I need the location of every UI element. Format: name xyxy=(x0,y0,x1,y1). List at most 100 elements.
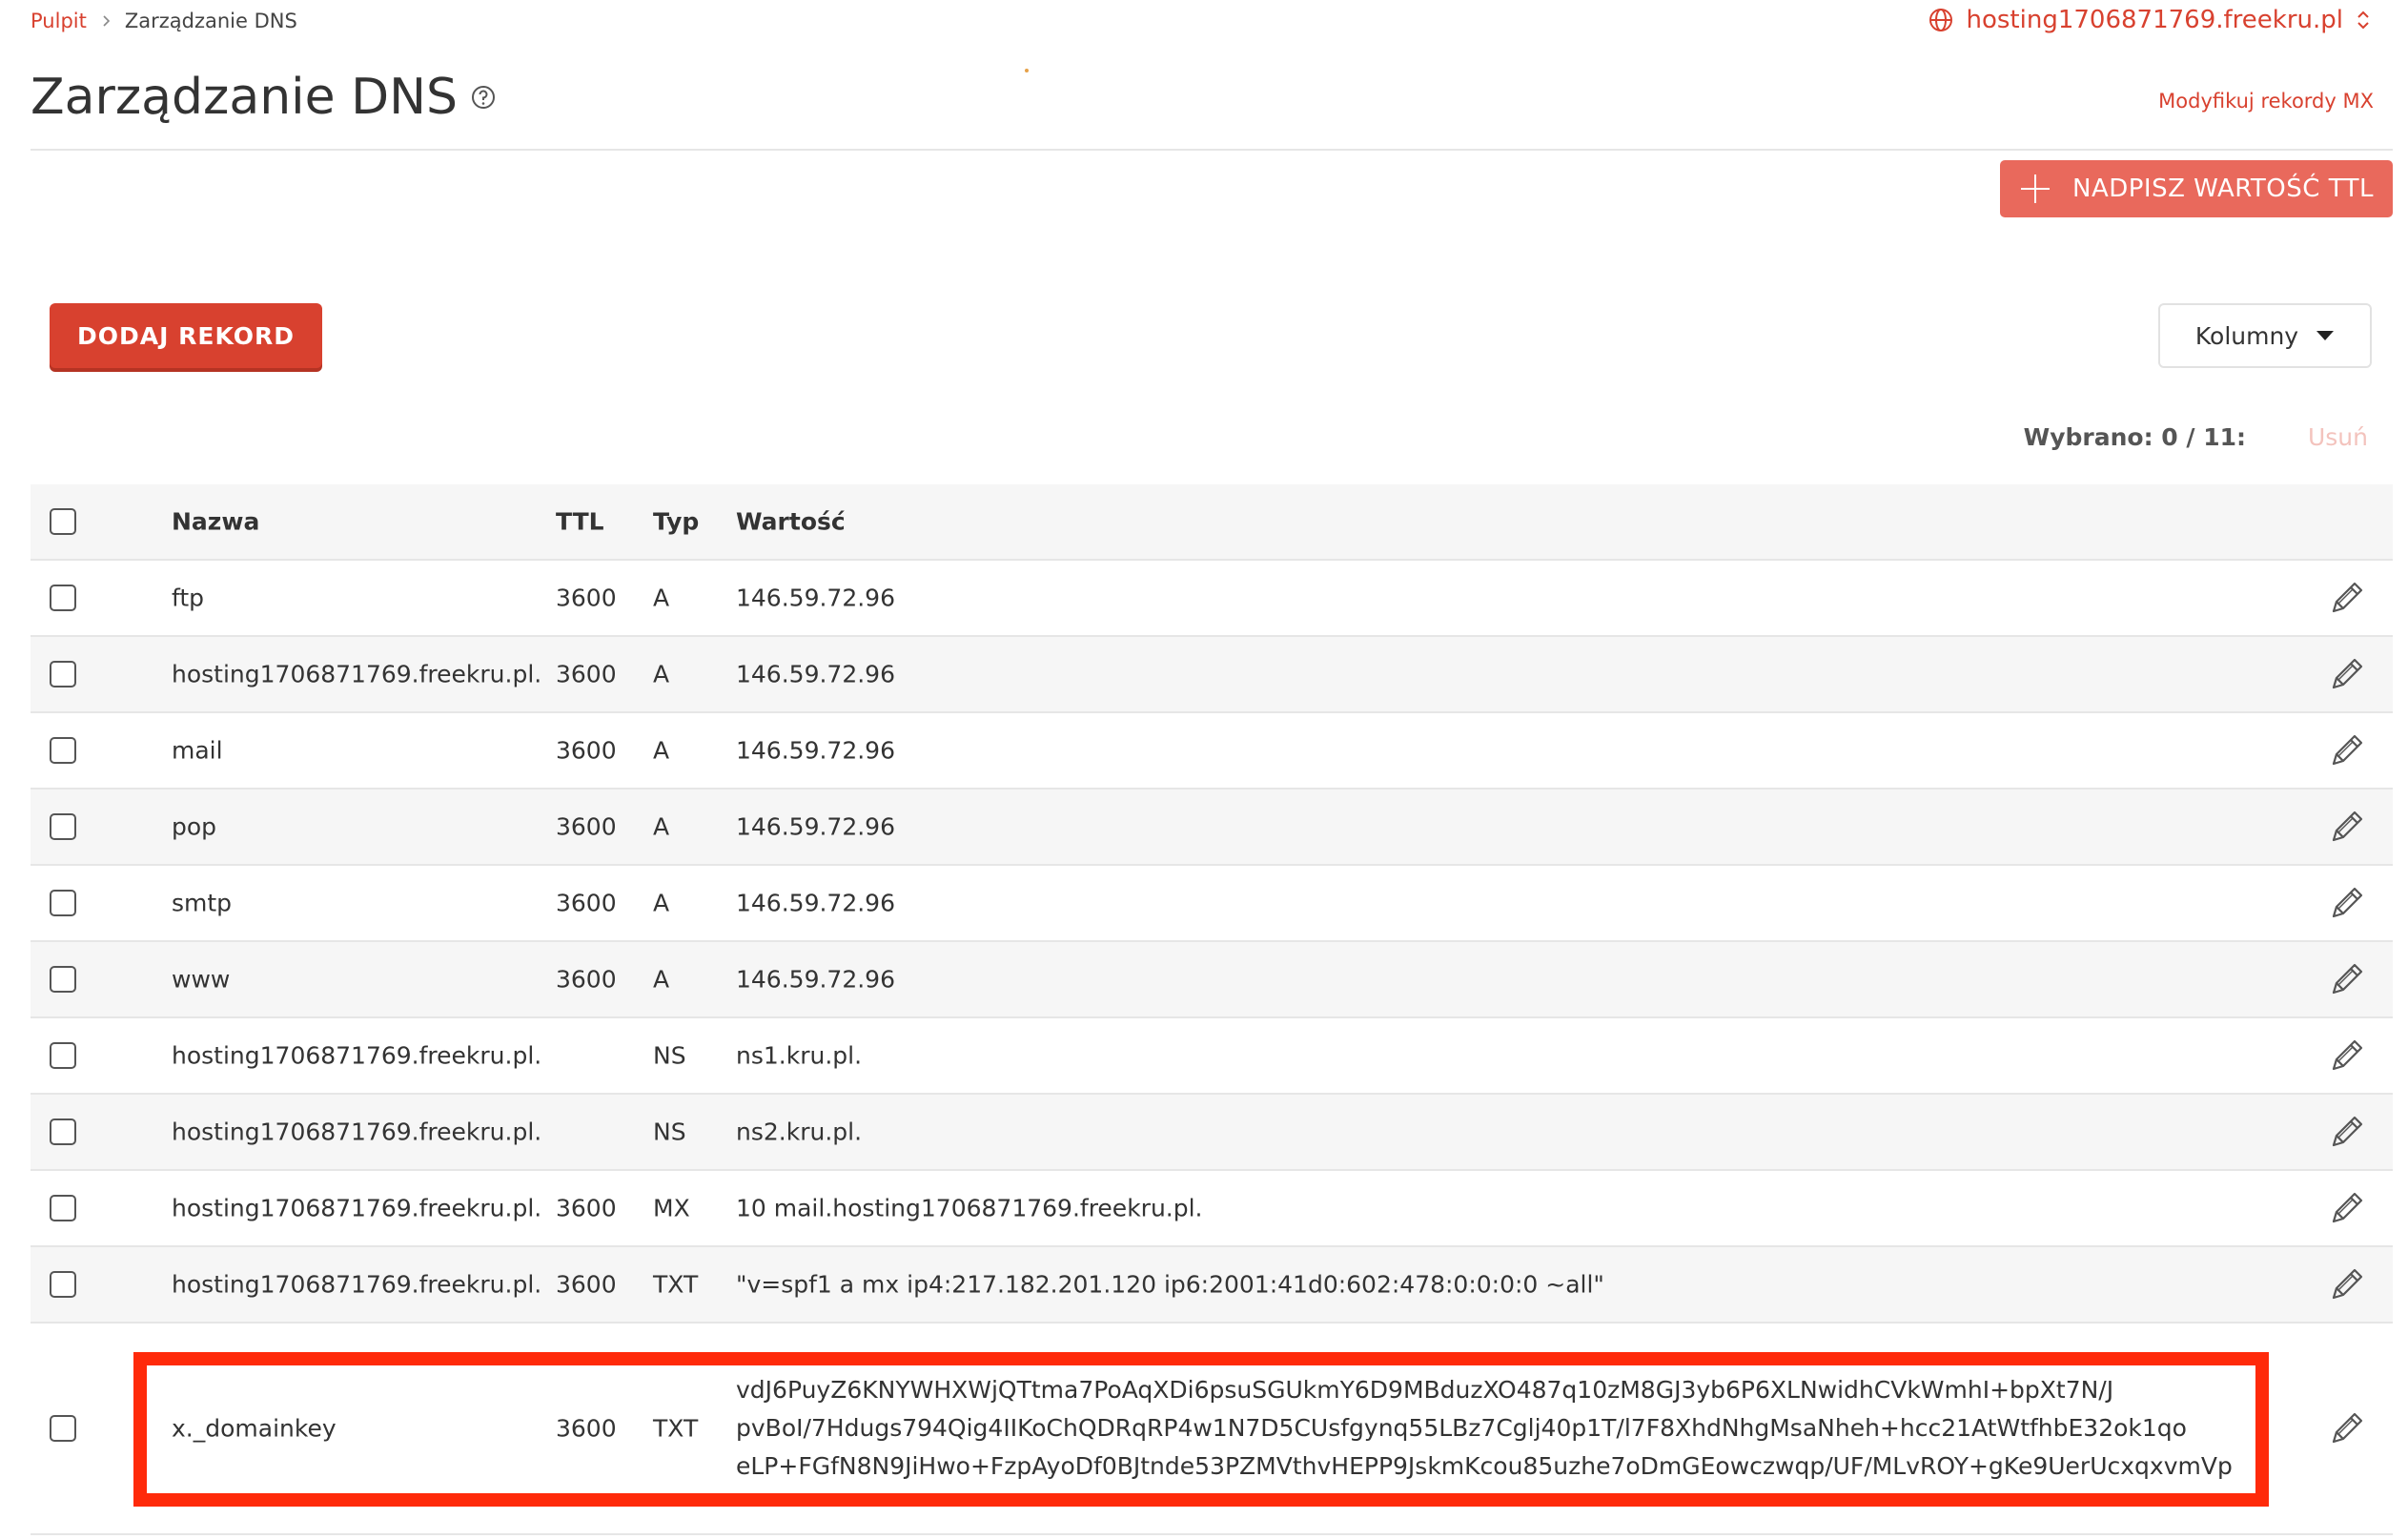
record-value-multiline: vdJ6PuyZ6KNYWHXWjQTtma7PoAqXDi6psuSGUkmY… xyxy=(736,1333,2280,1526)
record-name: x._domainkey xyxy=(172,1414,337,1443)
edit-record-button[interactable] xyxy=(2328,1409,2366,1447)
row-checkbox[interactable] xyxy=(50,813,76,840)
edit-record-button[interactable] xyxy=(2328,1189,2366,1227)
record-value: 146.59.72.96 xyxy=(736,584,895,612)
chevron-updown-icon xyxy=(2357,10,2369,30)
record-ttl: 3600 xyxy=(556,584,617,612)
record-value: ns1.kru.pl. xyxy=(736,1041,863,1070)
table-row: ftp 3600 A 146.59.72.96 xyxy=(31,561,2393,637)
row-checkbox[interactable] xyxy=(50,737,76,764)
edit-record-button[interactable] xyxy=(2328,884,2366,922)
edit-record-button[interactable] xyxy=(2328,1265,2366,1303)
record-value: 146.59.72.96 xyxy=(736,965,895,994)
override-ttl-label: NADPISZ WARTOŚĆ TTL xyxy=(2072,174,2374,203)
record-value: 146.59.72.96 xyxy=(736,812,895,841)
pencil-icon xyxy=(2332,963,2363,995)
record-ttl: 3600 xyxy=(556,965,617,994)
record-value-line: pvBoI/7Hdugs794Qig4IIKoChQDRqRP4w1N7D5CU… xyxy=(736,1414,2187,1442)
record-type: A xyxy=(653,736,670,765)
row-checkbox[interactable] xyxy=(50,1415,76,1442)
record-value: ns2.kru.pl. xyxy=(736,1118,863,1146)
decorative-dot xyxy=(1025,69,1029,72)
record-type: NS xyxy=(653,1118,686,1146)
row-checkbox[interactable] xyxy=(50,1195,76,1221)
record-value: 146.59.72.96 xyxy=(736,736,895,765)
record-type: A xyxy=(653,660,670,688)
record-name: www xyxy=(172,965,231,994)
edit-record-button[interactable] xyxy=(2328,579,2366,617)
edit-record-button[interactable] xyxy=(2328,808,2366,846)
row-checkbox[interactable] xyxy=(50,661,76,687)
table-row: smtp 3600 A 146.59.72.96 xyxy=(31,866,2393,942)
record-ttl: 3600 xyxy=(556,736,617,765)
table-row: mail 3600 A 146.59.72.96 xyxy=(31,713,2393,790)
select-all-checkbox[interactable] xyxy=(50,508,76,535)
edit-record-button[interactable] xyxy=(2328,1113,2366,1151)
edit-record-button[interactable] xyxy=(2328,731,2366,770)
record-ttl: 3600 xyxy=(556,812,617,841)
page-title-text: Zarządzanie DNS xyxy=(31,69,459,126)
edit-record-button[interactable] xyxy=(2328,655,2366,693)
caret-down-icon xyxy=(2316,331,2335,340)
record-type: A xyxy=(653,584,670,612)
column-header-type[interactable]: Typ xyxy=(653,508,699,536)
record-ttl: 3600 xyxy=(556,1270,617,1299)
globe-icon xyxy=(1928,9,1952,31)
record-type: TXT xyxy=(653,1270,699,1299)
chevron-right-icon xyxy=(103,15,110,27)
table-row: hosting1706871769.freekru.pl. NS ns2.kru… xyxy=(31,1095,2393,1171)
record-value: "v=spf1 a mx ip4:217.182.201.120 ip6:200… xyxy=(736,1270,1604,1299)
record-name: hosting1706871769.freekru.pl. xyxy=(172,1194,542,1222)
record-value-line-clipped xyxy=(736,1333,2280,1371)
record-name: smtp xyxy=(172,889,233,917)
columns-dropdown[interactable]: Kolumny xyxy=(2158,303,2372,368)
column-header-name[interactable]: Nazwa xyxy=(172,508,259,536)
record-ttl: 3600 xyxy=(556,1194,617,1222)
pencil-icon xyxy=(2332,887,2363,918)
record-name: mail xyxy=(172,736,223,765)
record-type: MX xyxy=(653,1194,690,1222)
override-ttl-button[interactable]: NADPISZ WARTOŚĆ TTL xyxy=(2000,160,2393,217)
selection-counter: Wybrano: 0 / 11: xyxy=(2023,423,2246,451)
edit-record-button[interactable] xyxy=(2328,960,2366,998)
title-divider xyxy=(31,149,2393,151)
pencil-icon xyxy=(2332,1268,2363,1300)
record-value-line: eLP+FGfN8N9JiHwo+FzpAyoDf0BJtnde53PZMVth… xyxy=(736,1452,2233,1480)
help-icon[interactable] xyxy=(471,85,496,110)
table-row: www 3600 A 146.59.72.96 xyxy=(31,942,2393,1018)
row-checkbox[interactable] xyxy=(50,1042,76,1069)
record-type: A xyxy=(653,812,670,841)
row-checkbox[interactable] xyxy=(50,1118,76,1145)
domain-selector[interactable]: hosting1706871769.freekru.pl xyxy=(1928,6,2371,34)
record-ttl: 3600 xyxy=(556,660,617,688)
pencil-icon xyxy=(2332,1192,2363,1223)
domain-selector-value: hosting1706871769.freekru.pl xyxy=(1966,6,2344,34)
breadcrumb-home-link[interactable]: Pulpit xyxy=(31,10,87,32)
column-header-value[interactable]: Wartość xyxy=(736,508,846,536)
table-row: hosting1706871769.freekru.pl. 3600 A 146… xyxy=(31,637,2393,713)
column-header-ttl[interactable]: TTL xyxy=(556,508,604,536)
dns-records-table: Nazwa TTL Typ Wartość ftp 3600 A 146.59.… xyxy=(31,484,2393,1535)
pencil-icon xyxy=(2332,582,2363,613)
delete-selected-link[interactable]: Usuń xyxy=(2308,423,2368,451)
row-checkbox[interactable] xyxy=(50,966,76,993)
pencil-icon xyxy=(2332,658,2363,689)
row-checkbox[interactable] xyxy=(50,585,76,611)
table-row: hosting1706871769.freekru.pl. NS ns1.kru… xyxy=(31,1018,2393,1095)
breadcrumb: Pulpit Zarządzanie DNS xyxy=(31,10,297,32)
breadcrumb-current: Zarządzanie DNS xyxy=(124,10,297,32)
record-name: hosting1706871769.freekru.pl. xyxy=(172,1270,542,1299)
pencil-icon xyxy=(2332,1412,2363,1444)
table-row: pop 3600 A 146.59.72.96 xyxy=(31,790,2393,866)
record-type: A xyxy=(653,965,670,994)
edit-record-button[interactable] xyxy=(2328,1036,2366,1075)
row-checkbox[interactable] xyxy=(50,890,76,916)
page-title: Zarządzanie DNS xyxy=(31,69,496,126)
modify-mx-link[interactable]: Modyfikuj rekordy MX xyxy=(2158,90,2374,113)
record-name: hosting1706871769.freekru.pl. xyxy=(172,660,542,688)
record-name: hosting1706871769.freekru.pl. xyxy=(172,1041,542,1070)
row-checkbox[interactable] xyxy=(50,1271,76,1298)
record-value: 10 mail.hosting1706871769.freekru.pl. xyxy=(736,1194,1203,1222)
add-record-button[interactable]: DODAJ REKORD xyxy=(50,303,322,368)
record-value-line: vdJ6PuyZ6KNYWHXWjQTtma7PoAqXDi6psuSGUkmY… xyxy=(736,1376,2114,1404)
